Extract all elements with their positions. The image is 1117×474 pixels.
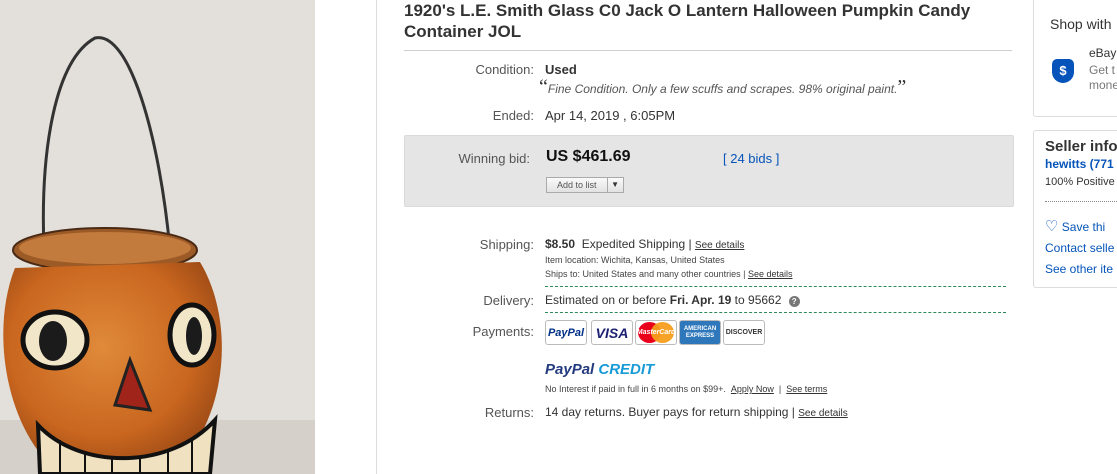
mastercard-text: MasterCard (636, 329, 676, 336)
amex-logo: AMERICAN EXPRESS (679, 320, 721, 345)
shop-line3: mone (1089, 78, 1117, 92)
close-quote-icon: ” (897, 76, 907, 98)
divider (1045, 201, 1117, 202)
save-seller-link[interactable]: ♡ Save thi (1045, 217, 1105, 235)
winning-price: US $461.69 (546, 148, 631, 165)
paypal-credit-part1: PayPal (545, 361, 595, 378)
shipping-line: $8.50 Expedited Shipping | See details (545, 237, 744, 251)
ended-value: Apr 14, 2019 , 6:05PM (545, 108, 676, 123)
add-to-list-button[interactable]: Add to list (546, 177, 608, 193)
visa-logo: VISA (591, 320, 633, 345)
save-seller-text: Save thi (1061, 220, 1106, 234)
returns-value: 14 day returns. Buyer pays for return sh… (545, 405, 795, 419)
shipping-see-details-link[interactable]: See details (695, 240, 744, 251)
money-back-shield-icon: $ (1052, 59, 1074, 83)
column-divider (376, 0, 377, 474)
ships-to-line: Ships to: United States and many other c… (545, 269, 793, 279)
chevron-down-icon[interactable]: ▼ (607, 177, 624, 193)
help-icon[interactable]: ? (788, 296, 800, 307)
divider (545, 286, 1006, 287)
credit-note-line: No Interest if paid in full in 6 months … (545, 384, 828, 394)
add-to-list-control[interactable]: Add to list ▼ (546, 177, 624, 193)
condition-label: Condition: (475, 62, 534, 77)
delivery-date: Fri. Apr. 19 (669, 293, 732, 307)
seller-name-link[interactable]: hewitts (771 (1045, 157, 1114, 171)
winning-bid-label: Winning bid: (458, 151, 530, 166)
contact-seller-link[interactable]: Contact selle (1045, 241, 1114, 255)
delivery-line: Estimated on or before Fri. Apr. 19 to 9… (545, 293, 800, 307)
paypal-credit-part2: CREDIT (598, 361, 655, 378)
see-other-items-link[interactable]: See other ite (1045, 262, 1113, 276)
see-terms-link[interactable]: See terms (786, 384, 827, 394)
condition-note: “Fine Condition. Only a few scuffs and s… (539, 76, 1009, 99)
shop-line2: Get t (1089, 63, 1116, 77)
listing-title: 1920's L.E. Smith Glass C0 Jack O Lanter… (404, 1, 971, 41)
shipping-method: Expedited Shipping | (581, 237, 692, 251)
ships-see-details-link[interactable]: See details (748, 269, 793, 279)
apply-now-link[interactable]: Apply Now (731, 384, 774, 394)
returns-line: 14 day returns. Buyer pays for return sh… (545, 405, 848, 419)
returns-label: Returns: (484, 405, 534, 420)
shop-with-confidence-card: Shop with $ eBay Get t mone (1033, 0, 1117, 117)
mastercard-logo: MasterCard (635, 320, 677, 345)
shop-line1: eBay (1089, 46, 1117, 60)
delivery-suffix: to 95662 (734, 293, 782, 307)
seller-info-card: Seller info hewitts (771 100% Positive ♡… (1033, 130, 1117, 288)
seller-title: Seller info (1045, 138, 1117, 155)
discover-logo: DISCOVER (723, 320, 765, 345)
delivery-prefix: Estimated on or before (545, 293, 667, 307)
condition-note-text: Fine Condition. Only a few scuffs and sc… (547, 82, 898, 96)
shop-title: Shop with (1050, 16, 1112, 32)
listing-details: 1920's L.E. Smith Glass C0 Jack O Lanter… (404, 0, 1016, 474)
condition-value: Used (545, 62, 577, 77)
ships-to: Ships to: United States and many other c… (545, 269, 746, 279)
divider (545, 312, 1006, 313)
heart-icon: ♡ (1045, 218, 1059, 235)
shipping-cost: $8.50 (545, 237, 576, 251)
credit-note: No Interest if paid in full in 6 months … (545, 384, 726, 394)
open-quote-icon: “ (539, 76, 548, 98)
seller-feedback: 100% Positive (1045, 176, 1115, 188)
product-photo[interactable] (0, 0, 315, 474)
returns-see-details-link[interactable]: See details (798, 408, 847, 419)
paypal-logo: PayPal (545, 320, 587, 345)
ended-label: Ended: (492, 108, 534, 123)
bids-link[interactable]: [ 24 bids ] (723, 151, 779, 166)
shipping-label: Shipping: (479, 237, 534, 252)
title-divider (404, 50, 1012, 51)
winning-bid-panel: Winning bid: US $461.69 [ 24 bids ] Add … (404, 135, 1014, 207)
item-location: Item location: Wichita, Kansas, United S… (545, 255, 725, 265)
delivery-label: Delivery: (483, 293, 534, 308)
paypal-credit-logo: PayPal CREDIT (545, 361, 654, 378)
payments-label: Payments: (472, 324, 534, 339)
